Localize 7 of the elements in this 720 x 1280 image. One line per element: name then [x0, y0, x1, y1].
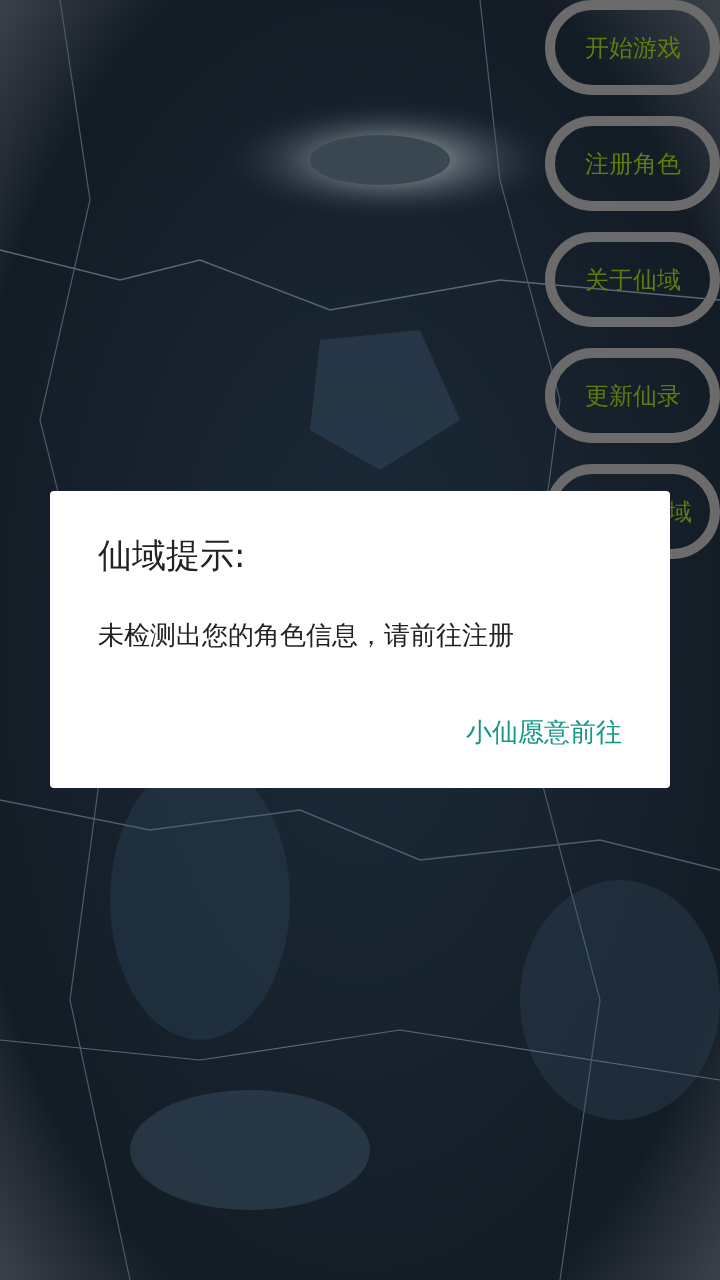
menu-button[interactable]: 开始游戏 — [545, 0, 720, 95]
menu-button[interactable]: 更新仙录 — [545, 348, 720, 443]
dialog-title: 仙域提示: — [98, 534, 247, 577]
dialog-message: 未检测出您的角色信息，请前往注册 — [98, 619, 515, 652]
confirm-button[interactable]: 小仙愿意前往 — [466, 711, 622, 754]
menu-button[interactable]: 关于仙域 — [545, 232, 720, 327]
menu-button[interactable]: 注册角色 — [545, 116, 720, 211]
